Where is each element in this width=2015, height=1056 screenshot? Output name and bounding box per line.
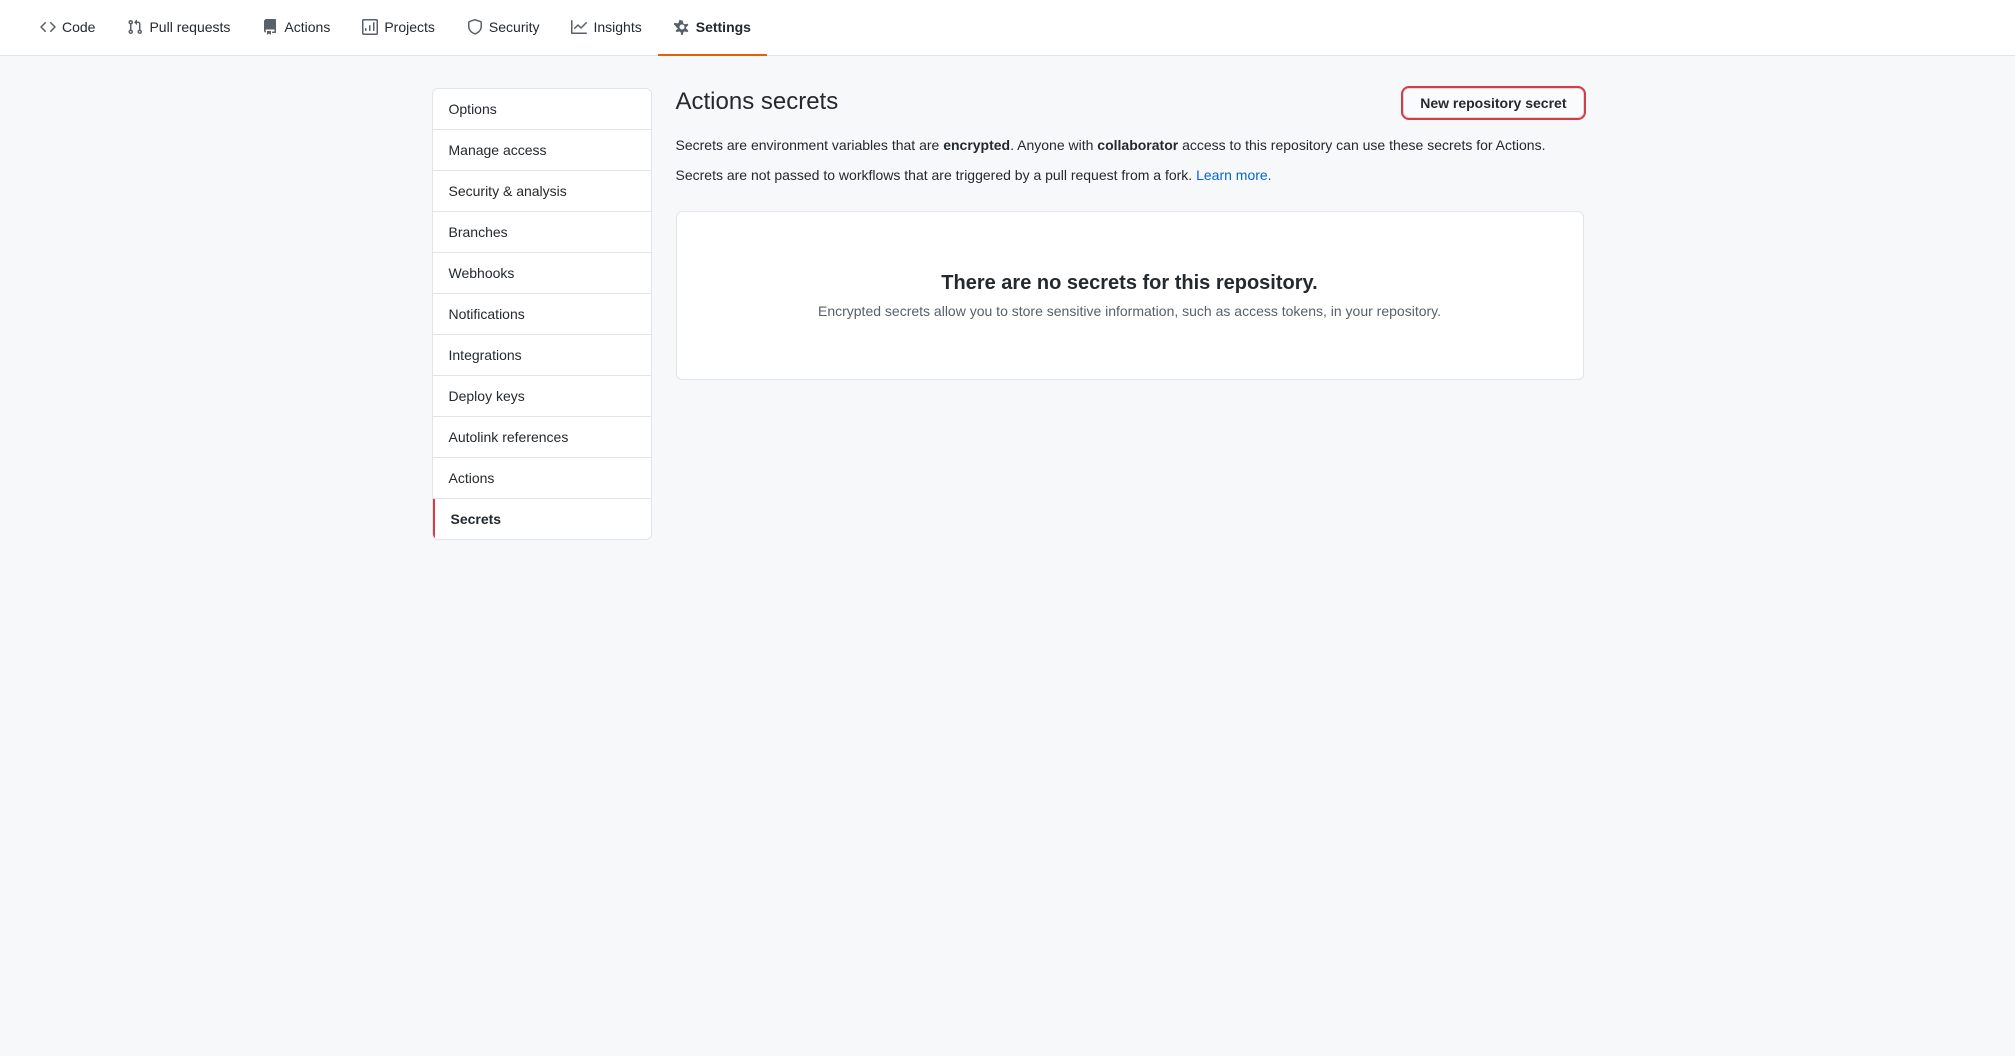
learn-more-link[interactable]: Learn more. <box>1196 167 1271 183</box>
top-nav: Code Pull requests Actions Projects <box>0 0 2015 56</box>
page-title: Actions secrets <box>676 88 839 116</box>
nav-settings-label: Settings <box>696 19 751 35</box>
new-repository-secret-button[interactable]: New repository secret <box>1403 88 1583 118</box>
content-header: Actions secrets New repository secret <box>676 88 1584 118</box>
nav-item-pull-requests[interactable]: Pull requests <box>111 0 246 56</box>
projects-icon <box>362 19 378 35</box>
sidebar-item-options[interactable]: Options <box>433 89 651 130</box>
empty-title: There are no secrets for this repository… <box>701 272 1559 295</box>
code-icon <box>40 19 56 35</box>
sidebar-item-secrets[interactable]: Secrets <box>433 499 651 539</box>
nav-item-settings[interactable]: Settings <box>658 0 767 56</box>
sidebar-item-integrations[interactable]: Integrations <box>433 335 651 376</box>
empty-secrets-box: There are no secrets for this repository… <box>676 211 1584 380</box>
nav-item-actions[interactable]: Actions <box>246 0 346 56</box>
nav-insights-label: Insights <box>593 19 641 35</box>
sidebar-item-deploy-keys[interactable]: Deploy keys <box>433 376 651 417</box>
nav-projects-label: Projects <box>384 19 435 35</box>
description-paragraph-2: Secrets are not passed to workflows that… <box>676 164 1584 186</box>
nav-pullrequests-label: Pull requests <box>149 19 230 35</box>
main-layout: Options Manage access Security & analysi… <box>408 88 1608 540</box>
content-area: Actions secrets New repository secret Se… <box>676 88 1584 380</box>
sidebar-item-security-analysis[interactable]: Security & analysis <box>433 171 651 212</box>
nav-item-insights[interactable]: Insights <box>555 0 657 56</box>
actions-icon <box>262 19 278 35</box>
nav-code-label: Code <box>62 19 95 35</box>
sidebar-item-webhooks[interactable]: Webhooks <box>433 253 651 294</box>
settings-sidebar: Options Manage access Security & analysi… <box>432 88 652 540</box>
sidebar-item-actions[interactable]: Actions <box>433 458 651 499</box>
security-icon <box>467 19 483 35</box>
settings-icon <box>674 19 690 35</box>
insights-icon <box>571 19 587 35</box>
nav-security-label: Security <box>489 19 540 35</box>
pull-request-icon <box>127 19 143 35</box>
sidebar-item-branches[interactable]: Branches <box>433 212 651 253</box>
sidebar-item-autolink-references[interactable]: Autolink references <box>433 417 651 458</box>
nav-actions-label: Actions <box>284 19 330 35</box>
nav-item-security[interactable]: Security <box>451 0 556 56</box>
sidebar-item-notifications[interactable]: Notifications <box>433 294 651 335</box>
nav-item-projects[interactable]: Projects <box>346 0 451 56</box>
description-paragraph-1: Secrets are environment variables that a… <box>676 134 1584 156</box>
empty-subtitle: Encrypted secrets allow you to store sen… <box>701 303 1559 319</box>
sidebar-item-manage-access[interactable]: Manage access <box>433 130 651 171</box>
nav-item-code[interactable]: Code <box>24 0 111 56</box>
